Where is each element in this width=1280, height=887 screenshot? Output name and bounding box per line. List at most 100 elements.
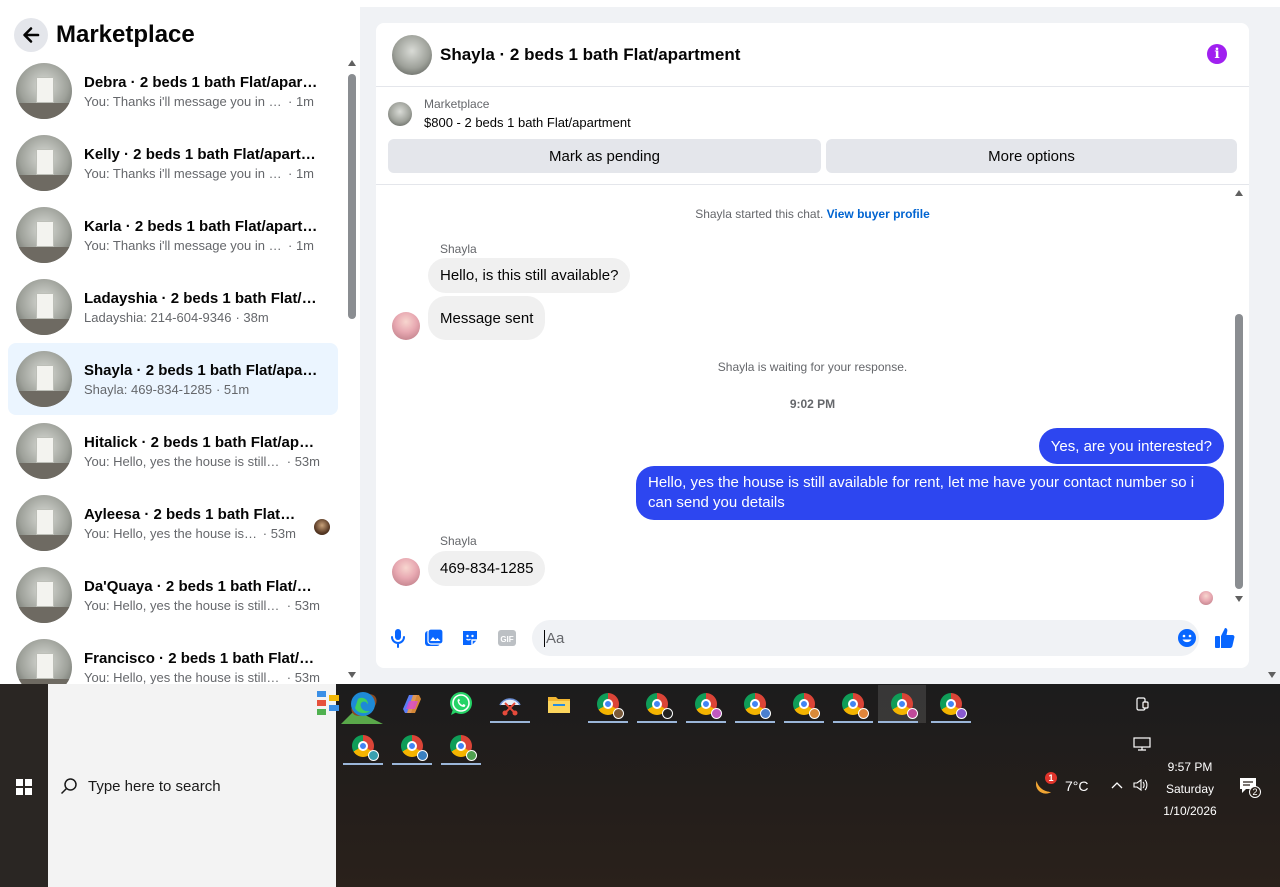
chat-avatar[interactable] [392,34,432,75]
chevron-up-icon[interactable] [1111,780,1123,790]
more-options-button[interactable]: More options [826,139,1237,173]
listing-avatar [16,135,72,191]
conversation-name: Hitalick · 2 beds 1 bath Flat/apartment [84,433,320,451]
conversation-item-active[interactable]: Shayla · 2 beds 1 bath Flat/apartment Sh… [8,343,338,415]
search-icon [60,778,77,795]
conversation-item[interactable]: Kelly · 2 beds 1 bath Flat/apartment You… [8,127,338,199]
conversation-preview: You: Thanks i'll message you in a moment [84,93,284,109]
conversation-time: · 51m [215,381,250,397]
chrome-app[interactable] [637,685,677,723]
conversation-time: · 38m [235,309,269,325]
message-input-container[interactable] [532,620,1199,656]
network-icon[interactable] [1133,736,1151,752]
incoming-message[interactable]: Message sent [428,296,546,340]
weather-alert-badge: 1 [1045,772,1057,784]
conversation-item[interactable]: Ayleesa · 2 beds 1 bath Flat/apartment Y… [8,487,338,559]
conversation-item[interactable]: Da'Quaya · 2 beds 1 bath Flat/apartment … [8,559,338,631]
chrome-app[interactable] [784,685,824,723]
chrome-icon [352,735,379,761]
conversation-item[interactable]: Hitalick · 2 beds 1 bath Flat/apartment … [8,415,338,487]
scroll-down-arrow-icon[interactable] [1235,596,1243,602]
scroll-down-arrow-icon[interactable] [348,672,356,678]
speaker-icon[interactable] [1132,777,1150,793]
chrome-app[interactable] [686,685,726,723]
outgoing-message[interactable]: Hello, yes the house is still available … [636,466,1224,520]
notification-count-badge: 2 [1249,786,1261,798]
scroll-up-arrow-icon[interactable] [348,60,356,66]
photo-icon[interactable] [423,627,445,649]
copilot-app[interactable] [392,685,432,723]
incoming-message[interactable]: 469-834-1285 [428,551,546,586]
conversation-preview: You: Hello, yes the house is still avail… [84,669,283,685]
system-clock[interactable]: 9:57 PM Saturday 1/10/2026 [1152,756,1228,822]
sticker-icon[interactable] [459,627,481,649]
weather-temperature[interactable]: 7°C [1065,778,1089,794]
clock-day: Saturday [1165,782,1215,796]
mark-as-pending-button[interactable]: Mark as pending [388,139,821,173]
chrome-app-active[interactable] [878,685,926,723]
sender-name: Shayla [440,534,477,548]
file-explorer-app[interactable] [539,685,579,723]
back-button[interactable] [14,18,48,52]
outgoing-message[interactable]: Yes, are you interested? [1038,428,1224,464]
conversation-preview: You: Hello, yes the house is still avail… [84,525,259,541]
scroll-up-arrow-icon[interactable] [1235,190,1243,196]
edge-app[interactable] [343,685,383,723]
scrollbar-thumb[interactable] [1235,314,1243,589]
scrollbar-thumb[interactable] [348,74,356,319]
chat-scrollbar[interactable] [1232,186,1246,606]
snipping-app[interactable] [490,685,530,723]
conversation-list: Debra · 2 beds 1 bath Flat/apartment You… [8,55,338,684]
arrow-left-icon [23,27,40,43]
chat-started-text: Shayla started this chat. [695,207,824,221]
waiting-notice: Shayla is waiting for your response. [717,360,908,374]
sender-name: Shayla [440,242,477,256]
conversation-time: · 53m [286,597,320,613]
copilot-icon [403,695,421,713]
chat-panel: Shayla · 2 beds 1 bath Flat/apartment i … [376,23,1249,668]
info-icon[interactable]: i [1207,44,1227,64]
chrome-app[interactable] [343,727,383,765]
conversation-name: Da'Quaya · 2 beds 1 bath Flat/apartment [84,577,320,595]
conversation-name: Kelly · 2 beds 1 bath Flat/apartment [84,145,320,163]
conversation-time: · 1m [288,165,314,181]
whatsapp-app[interactable] [441,685,481,723]
sidebar-scrollbar[interactable] [347,60,357,680]
conversation-preview: You: Hello, yes the house is still avail… [84,453,283,469]
message-input[interactable] [546,629,1146,647]
sender-avatar[interactable] [392,558,420,586]
view-buyer-profile-link[interactable]: View buyer profile [827,207,930,221]
conversation-item[interactable]: Karla · 2 beds 1 bath Flat/apartment You… [8,199,338,271]
chrome-icon [793,693,820,719]
conversation-item[interactable]: Francisco · 2 beds 1 bath Flat/apartment… [8,631,338,684]
sender-avatar[interactable] [392,312,420,340]
conversation-preview: You: Hello, yes the house is still avail… [84,597,283,613]
sidebar-header: Marketplace [14,18,195,52]
edge-icon [351,692,375,716]
conversation-item[interactable]: Debra · 2 beds 1 bath Flat/apartment You… [8,55,338,127]
chrome-icon [940,693,967,719]
windows-logo-icon [16,779,32,795]
taskbar-search-box[interactable]: Type here to search [48,684,383,887]
chrome-app[interactable] [735,685,775,723]
listing-price-title: $800 - 2 beds 1 bath Flat/apartment [424,115,631,130]
sidebar-title: Marketplace [56,21,195,48]
listing-summary[interactable]: Marketplace $800 - 2 beds 1 bath Flat/ap… [388,97,631,130]
conversation-item[interactable]: Ladayshia · 2 beds 1 bath Flat/apartment… [8,271,338,343]
gif-icon[interactable]: GIF [495,627,519,649]
read-receipt-avatar [314,519,330,535]
chat-title[interactable]: Shayla · 2 beds 1 bath Flat/apartment [440,45,740,65]
chrome-app[interactable] [931,685,971,723]
phone-link-icon[interactable] [1135,696,1149,712]
chrome-app[interactable] [833,685,873,723]
chrome-app[interactable] [392,727,432,765]
like-thumb-icon[interactable] [1214,627,1236,649]
incoming-message[interactable]: Hello, is this still available? [428,258,631,293]
microphone-icon[interactable] [387,627,409,649]
chrome-app[interactable] [441,727,481,765]
page-scroll-down-arrow-icon[interactable] [1268,672,1276,678]
gif-label: GIF [500,635,513,644]
start-button[interactable] [0,684,48,887]
chrome-app[interactable] [588,685,628,723]
emoji-icon[interactable] [1176,627,1198,649]
